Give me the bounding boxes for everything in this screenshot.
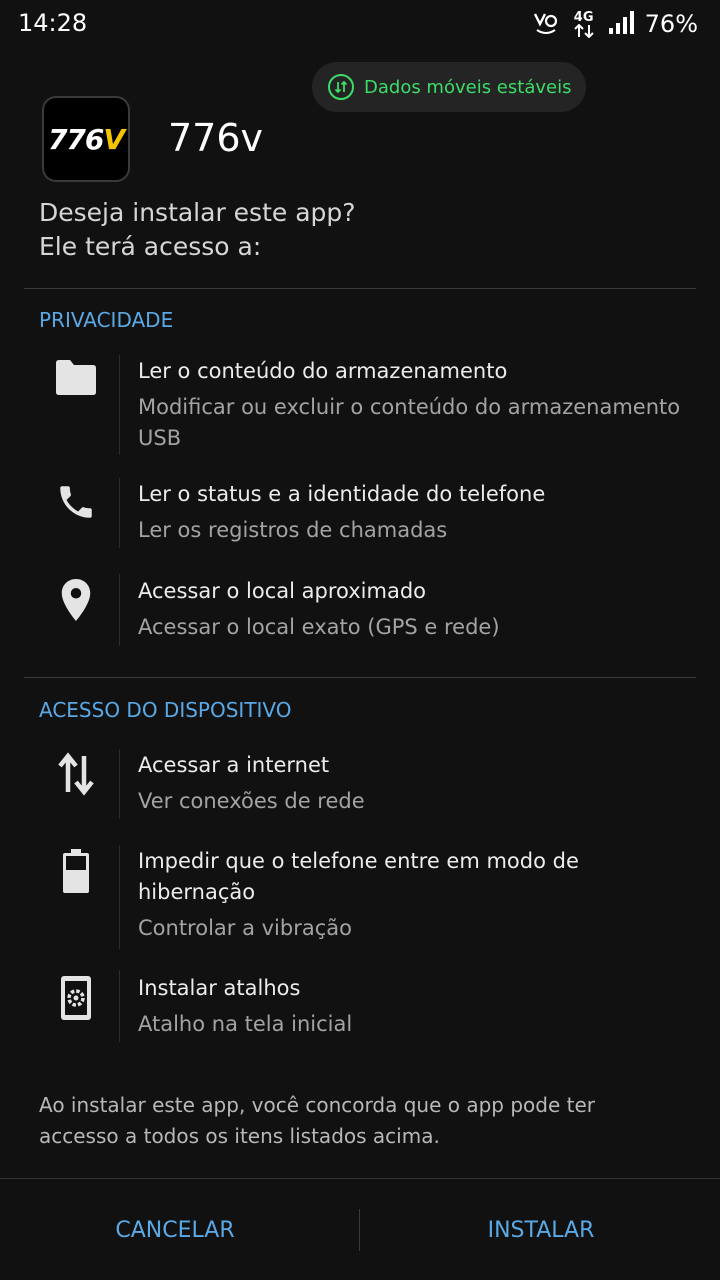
permission-title: Acessar a internet <box>138 753 330 777</box>
battery-icon <box>50 848 102 894</box>
phone-icon <box>50 481 102 523</box>
install-consent-note: Ao instalar este app, você concorda que … <box>39 1093 595 1148</box>
permission-subtitle: Ler os registros de chamadas <box>138 518 448 542</box>
status-time: 14:28 <box>18 9 88 37</box>
folder-icon <box>50 357 102 397</box>
permission-separator <box>119 845 120 949</box>
permission-title: Ler o conteúdo do armazenamento <box>138 359 508 383</box>
network-type-icon: 4G <box>571 11 597 38</box>
permission-subtitle: Atalho na tela inicial <box>138 1012 353 1036</box>
permission-item-shortcuts: Instalar atalhos Atalho na tela inicial <box>138 973 698 1040</box>
permission-subtitle: Ver conexões de rede <box>138 789 365 813</box>
permission-subtitle: Modificar ou excluir o conteúdo do armaz… <box>138 395 681 450</box>
data-stable-icon <box>328 74 354 100</box>
app-logo-letter: V <box>103 122 125 156</box>
permission-title: Ler o status e a identidade do telefone <box>138 482 546 506</box>
install-question-line1: Deseja instalar este app? <box>39 198 356 227</box>
toast-notification: Dados móveis estáveis <box>312 62 586 112</box>
battery-level: 76% <box>644 10 698 38</box>
app-icon: 776V <box>42 96 130 182</box>
app-logo: 776V <box>47 122 125 156</box>
permission-separator <box>119 478 120 548</box>
status-icons: 4G 76% <box>531 8 698 40</box>
section-divider <box>24 677 696 678</box>
permission-title: Impedir que o telefone entre em modo de … <box>138 849 579 904</box>
permission-item-location: Acessar o local aproximado Acessar o loc… <box>138 576 698 643</box>
install-question: Deseja instalar este app? Ele terá acess… <box>39 196 356 264</box>
install-button[interactable]: INSTALAR <box>362 1179 720 1280</box>
permission-separator <box>119 970 120 1042</box>
status-bar: 14:28 4G 76% <box>0 0 720 48</box>
action-bar: CANCELAR INSTALAR <box>0 1178 720 1280</box>
button-divider <box>359 1209 360 1251</box>
network-type-label: 4G <box>573 9 594 25</box>
permission-separator <box>119 355 120 455</box>
permission-separator <box>119 749 120 819</box>
permission-item-wakelock: Impedir que o telefone entre em modo de … <box>138 846 698 944</box>
volte-icon <box>531 8 561 40</box>
permission-subtitle: Controlar a vibração <box>138 916 352 940</box>
permission-separator <box>119 574 120 646</box>
permission-item-internet: Acessar a internet Ver conexões de rede <box>138 750 698 817</box>
permission-item-phone: Ler o status e a identidade do telefone … <box>138 479 698 546</box>
permission-title: Instalar atalhos <box>138 976 301 1000</box>
section-title-device-access: ACESSO DO DISPOSITIVO <box>39 698 292 722</box>
permission-item-storage: Ler o conteúdo do armazenamento Modifica… <box>138 356 698 454</box>
section-title-privacy: PRIVACIDADE <box>39 308 174 332</box>
app-name: 776v <box>168 116 264 160</box>
section-divider <box>24 288 696 289</box>
app-logo-number: 776 <box>47 122 104 156</box>
settings-cell-icon <box>50 974 102 1022</box>
cancel-button[interactable]: CANCELAR <box>0 1179 350 1280</box>
signal-icon <box>607 9 635 39</box>
toast-text: Dados móveis estáveis <box>364 76 572 98</box>
install-question-line2: Ele terá acesso a: <box>39 232 262 261</box>
swap-vertical-icon <box>50 752 102 796</box>
permission-title: Acessar o local aproximado <box>138 579 426 603</box>
permission-subtitle: Acessar o local exato (GPS e rede) <box>138 615 500 639</box>
location-pin-icon <box>50 577 102 623</box>
